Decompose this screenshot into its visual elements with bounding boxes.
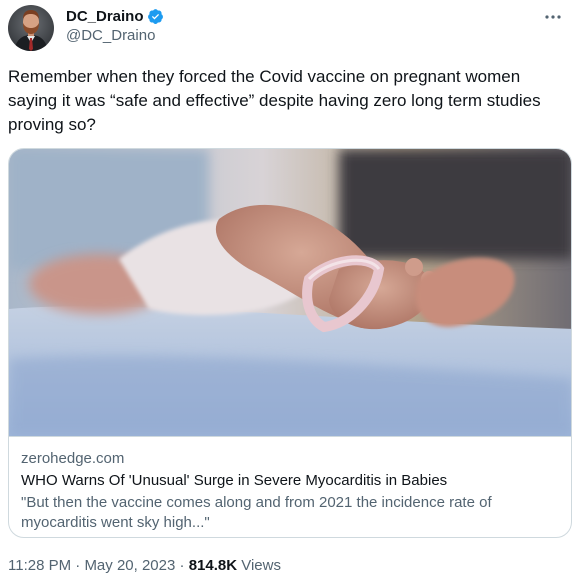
avatar-image [8,5,54,51]
tweet-time[interactable]: 11:28 PM [8,557,71,574]
author-handle[interactable]: @DC_Draino [66,27,155,44]
author-display-name[interactable]: DC_Draino [66,8,144,25]
tweet-text: Remember when they forced the Covid vacc… [8,67,541,134]
card-description: "But then the vaccine comes along and fr… [21,494,492,531]
verified-badge-icon [147,8,163,24]
tweet: DC_Draino @DC_Draino Remember when they … [0,0,577,577]
tweet-footer: 11:28 PM · May 20, 2023 · 814.8K Views [8,556,281,576]
card-domain: zerohedge.com [21,450,125,467]
tweet-date[interactable]: May 20, 2023 [84,557,175,574]
views-count[interactable]: 814.8K [189,557,237,574]
card-title: WHO Warns Of 'Unusual' Surge in Severe M… [21,472,448,489]
card-meta[interactable]: zerohedge.com WHO Warns Of 'Unusual' Sur… [9,436,571,533]
author-name-row: DC_Draino [66,6,164,26]
link-card[interactable]: zerohedge.com WHO Warns Of 'Unusual' Sur… [8,148,572,538]
footer-separator: · [75,557,81,574]
more-options-icon[interactable] [543,10,563,24]
footer-separator: · [179,557,185,574]
views-label: Views [241,557,281,574]
card-image[interactable] [9,149,572,436]
avatar[interactable] [8,5,54,51]
